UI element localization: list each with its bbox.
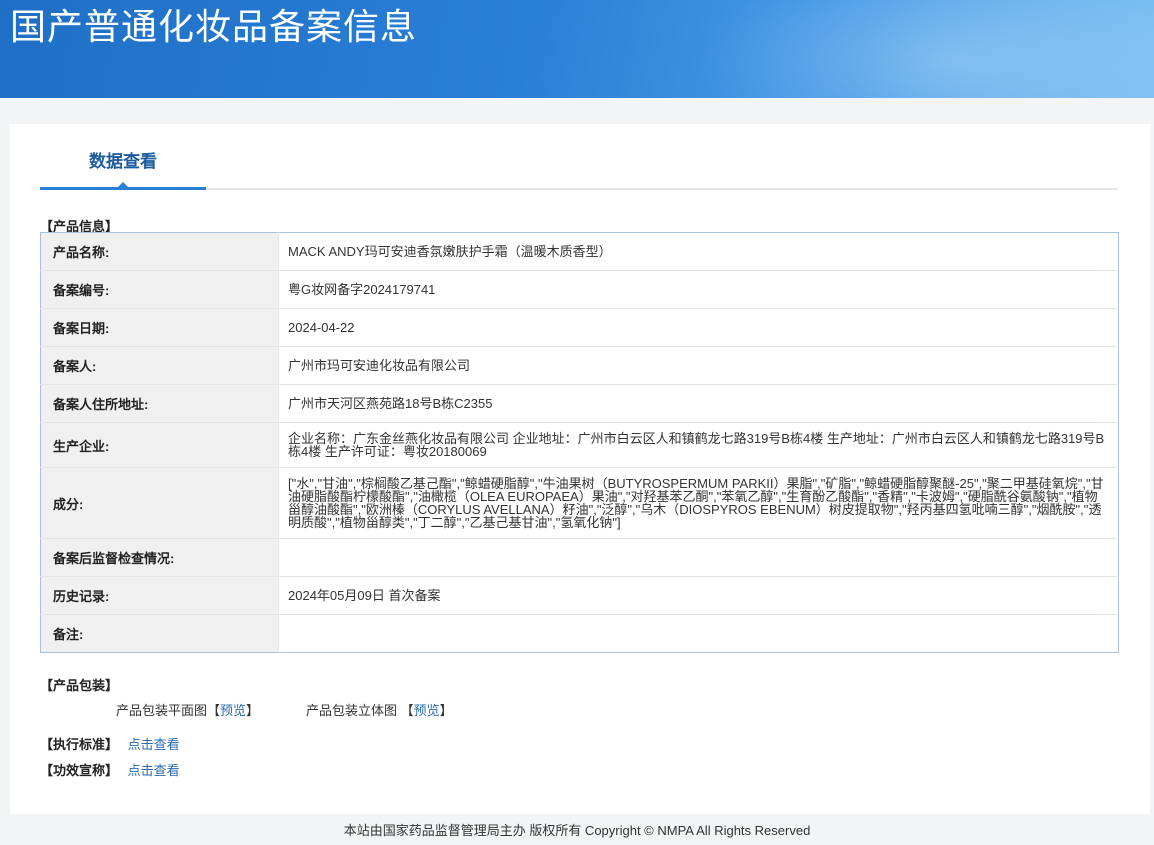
page-title: 国产普通化妆品备案信息 (10, 7, 418, 48)
row-value: 2024年05月09日 首次备案 (278, 576, 1119, 615)
row-key: 成分: (40, 467, 279, 539)
solid-package-preview-link[interactable]: 预览 (414, 703, 440, 718)
row-value: 2024-04-22 (278, 308, 1119, 347)
row-value: MACK ANDY玛可安迪香氛嫩肤护手霜（温暖木质香型） (278, 232, 1119, 271)
row-value: 粤G妆网备字2024179741 (278, 270, 1119, 309)
content-panel: 数据查看 【产品信息】 产品名称: MACK ANDY玛可安迪香氛嫩肤护手霜（温… (10, 124, 1150, 814)
bracket-close: 】 (246, 703, 260, 718)
table-row: 产品名称: MACK ANDY玛可安迪香氛嫩肤护手霜（温暖木质香型） (40, 232, 1119, 271)
flat-package-label: 产品包装平面图 (116, 703, 208, 718)
table-row: 备案后监督检查情况: (40, 538, 1119, 577)
row-value: ["水","甘油","棕榈酸乙基己酯","鲸蜡硬脂醇","牛油果树（BUTYRO… (278, 467, 1119, 539)
table-row: 备案编号: 粤G妆网备字2024179741 (40, 270, 1119, 309)
row-key: 备注: (40, 614, 279, 653)
table-row: 备注: (40, 614, 1119, 653)
row-value: 广州市天河区燕苑路18号B栋C2355 (278, 384, 1119, 423)
header-banner: 国产普通化妆品备案信息 (0, 0, 1154, 98)
row-value (278, 538, 1119, 577)
standard-label: 【执行标准】 (40, 737, 119, 752)
row-key: 备案人住所地址: (40, 384, 279, 423)
standard-view-link[interactable]: 点击查看 (128, 737, 180, 752)
table-row: 备案人: 广州市玛可安迪化妆品有限公司 (40, 346, 1119, 385)
footer-copyright: 本站由国家药品监督管理局主办 版权所有 Copyright © NMPA All… (343, 823, 811, 838)
row-key: 产品名称: (40, 232, 279, 271)
packaging-section-label: 【产品包装】 (40, 678, 119, 693)
flat-package-line: 产品包装平面图【预览】 (116, 700, 259, 719)
claims-label: 【功效宣称】 (40, 763, 119, 778)
row-value: 企业名称：广东金丝燕化妆品有限公司 企业地址：广州市白云区人和镇鹤龙七路319号… (278, 422, 1119, 468)
bracket-open: 【 (400, 703, 414, 718)
row-key: 生产企业: (40, 422, 279, 468)
row-value (279, 615, 1119, 653)
table-row: 备案人住所地址: 广州市天河区燕苑路18号B栋C2355 (40, 384, 1119, 423)
row-value: 广州市玛可安迪化妆品有限公司 (278, 346, 1119, 385)
table-row: 备案日期: 2024-04-22 (40, 308, 1119, 347)
solid-package-label: 产品包装立体图 (306, 703, 398, 718)
tab-caret-icon (118, 182, 128, 187)
row-key: 备案人: (40, 346, 279, 385)
claims-view-link[interactable]: 点击查看 (128, 763, 180, 778)
claims-line: 【功效宣称】 点击查看 (40, 760, 180, 779)
tab-active-underline (40, 187, 206, 190)
row-key: 备案后监督检查情况: (40, 538, 279, 577)
flat-package-preview-link[interactable]: 预览 (220, 703, 246, 718)
row-key: 备案编号: (40, 270, 279, 309)
standard-line: 【执行标准】 点击查看 (40, 734, 180, 753)
bracket-open: 【 (207, 703, 221, 718)
table-row: 历史记录: 2024年05月09日 首次备案 (40, 576, 1119, 615)
bracket-close: 】 (439, 703, 453, 718)
row-key: 历史记录: (40, 576, 279, 615)
product-info-table: 产品名称: MACK ANDY玛可安迪香氛嫩肤护手霜（温暖木质香型） 备案编号:… (40, 232, 1119, 653)
row-key: 备案日期: (40, 308, 279, 347)
solid-package-line: 产品包装立体图 【预览】 (306, 700, 453, 719)
table-row: 生产企业: 企业名称：广东金丝燕化妆品有限公司 企业地址：广州市白云区人和镇鹤龙… (40, 422, 1119, 468)
table-row: 成分: ["水","甘油","棕榈酸乙基己酯","鲸蜡硬脂醇","牛油果树（BU… (40, 467, 1119, 539)
